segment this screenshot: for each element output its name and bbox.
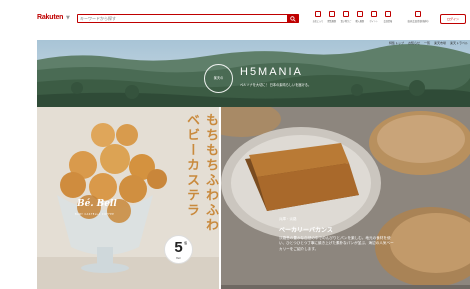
castella-headline: もちもちふわふわベビーカステラ <box>184 113 218 233</box>
article-description: 淡路島の豊かな自然の中でのんびりとパンを楽しむ。地元の食材を使い、ひとつひとつ丁… <box>279 236 394 251</box>
search-button[interactable] <box>287 14 299 23</box>
hero-title: H5MANIA <box>240 66 303 78</box>
hero-link[interactable]: お知らせ <box>408 41 420 45</box>
site-header: Rakuten ▼ お気に入り 閲覧履歴 買い物かご 購入履歴 ポイント 会員情… <box>0 0 470 40</box>
count-badge: 5 個 Bell <box>164 235 193 264</box>
clock-icon <box>328 11 335 17</box>
search-input[interactable] <box>80 15 285 22</box>
nav-history[interactable]: 閲覧履歴 <box>326 11 337 27</box>
feature-card-bakery[interactable]: 兵庫・淡路 ベーカリーバカンス 淡路島の豊かな自然の中でのんびりとパンを楽しむ。… <box>221 107 470 289</box>
receipt-icon <box>356 11 363 17</box>
nav-favorites[interactable]: お気に入り <box>312 11 323 27</box>
hero-emblem: 楽天の <box>204 64 233 93</box>
feature-card-castella[interactable]: もちもちふわふわベビーカステラ Bé. Bell BABY CASTELLA C… <box>37 107 219 289</box>
nav-points[interactable]: ポイント <box>368 11 379 27</box>
nav-register[interactable]: 楽天会員登録(無料) <box>403 11 433 27</box>
search-bar <box>77 14 299 23</box>
bakery-photo <box>221 107 470 289</box>
hero-links: 特集トップ お知らせ 一覧 楽天市場 楽天トラベル <box>389 41 468 45</box>
hero-banner[interactable]: 特集トップ お知らせ 一覧 楽天市場 楽天トラベル 楽天の H5MANIA ペル… <box>37 40 470 107</box>
header-nav: お気に入り 閲覧履歴 買い物かご 購入履歴 ポイント 会員情報 <box>312 11 393 27</box>
hero-subtitle: ペルソナを大切に！ 日本の素晴らしいを届ける。 <box>240 83 312 87</box>
hero-link[interactable]: 特集トップ <box>389 41 404 45</box>
login-button[interactable]: ログイン <box>440 14 466 24</box>
heart-icon <box>314 11 321 17</box>
chevron-down-icon[interactable]: ▼ <box>66 15 70 21</box>
hero-link[interactable]: 一覧 <box>424 41 430 45</box>
rakuten-logo[interactable]: Rakuten <box>37 14 63 21</box>
cart-icon <box>342 11 349 17</box>
hero-link[interactable]: 楽天市場 <box>434 41 446 45</box>
nav-orders[interactable]: 購入履歴 <box>354 11 365 27</box>
article-title[interactable]: ベーカリーバカンス <box>279 225 333 234</box>
brand-name: Bé. Bell <box>77 199 117 209</box>
hero-link[interactable]: 楽天トラベル <box>450 41 468 45</box>
point-icon <box>370 11 377 17</box>
article-category: 兵庫・淡路 <box>279 217 297 221</box>
search-icon <box>290 16 296 22</box>
nav-cart[interactable]: 買い物かご <box>340 11 351 27</box>
user-icon <box>384 11 391 17</box>
brand-tagline: BABY CASTELLA COFFEE <box>75 213 115 216</box>
nav-member[interactable]: 会員情報 <box>382 11 393 27</box>
member-icon <box>415 11 421 17</box>
